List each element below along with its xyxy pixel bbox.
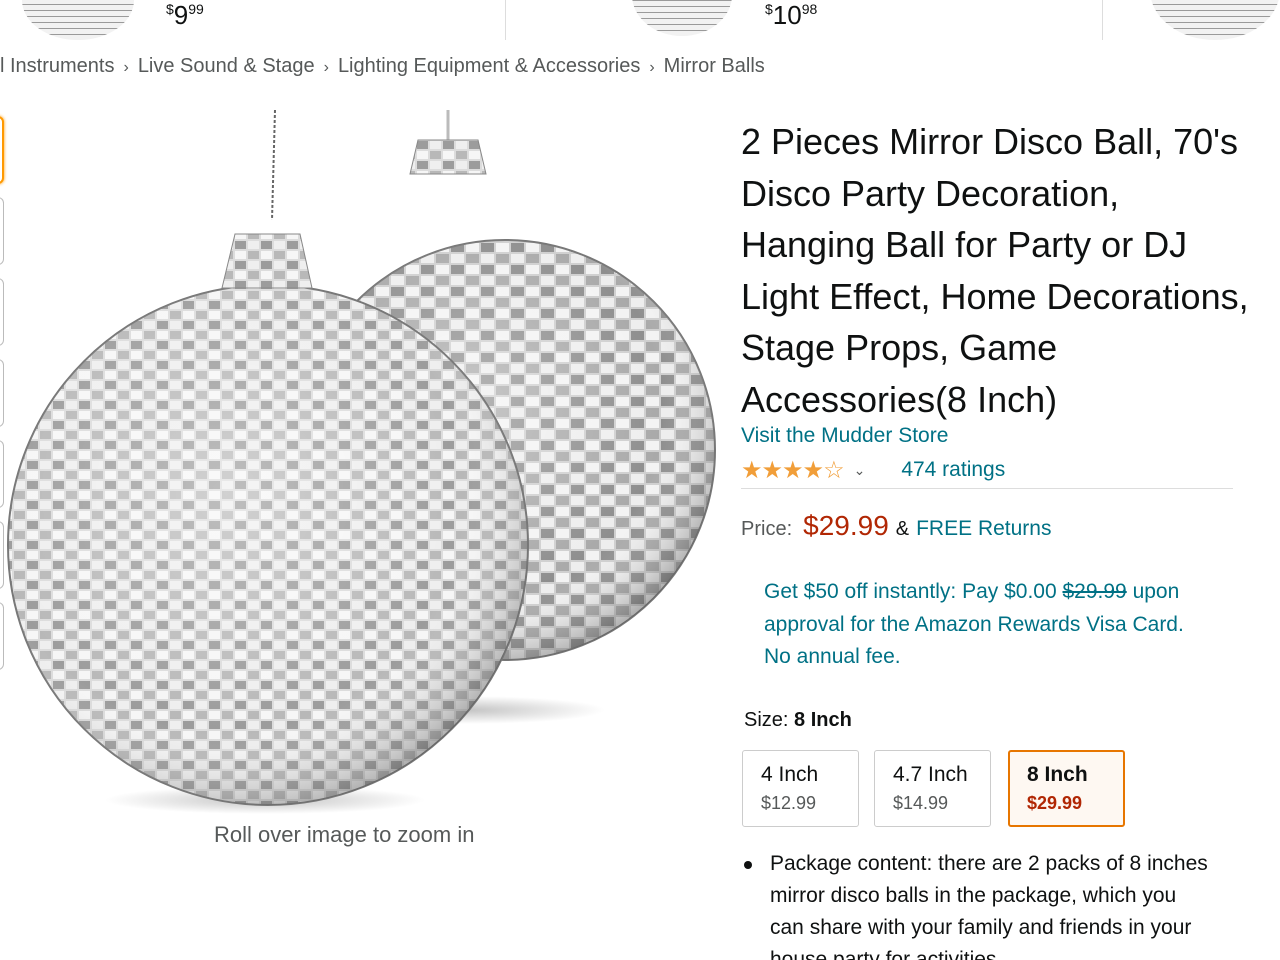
size-label-text: Size: bbox=[744, 709, 789, 731]
related-product-price[interactable]: $999 bbox=[166, 0, 204, 31]
size-option-8-inch[interactable]: 8 Inch $29.99 bbox=[1008, 750, 1125, 827]
price-ampersand: & bbox=[895, 518, 910, 540]
size-label: Size: 8 Inch bbox=[744, 709, 852, 732]
star-rating-icon[interactable]: ★★★★☆ bbox=[741, 456, 845, 485]
feature-bullets: Package content: there are 2 packs of 8 … bbox=[742, 848, 1212, 960]
rating-row: ★★★★☆ ⌄ 474 ratings bbox=[741, 455, 1005, 485]
product-title: 2 Pieces Mirror Disco Ball, 70's Disco P… bbox=[741, 121, 1249, 420]
breadcrumb-item-lighting[interactable]: Lighting Equipment & Accessories bbox=[338, 55, 640, 77]
breadcrumb-item-mirror-balls[interactable]: Mirror Balls bbox=[664, 55, 765, 77]
ratings-count-link[interactable]: 474 ratings bbox=[901, 458, 1005, 482]
divider bbox=[1102, 0, 1103, 40]
disco-balls-illustration bbox=[7, 109, 716, 814]
promo-prefix: Get $50 off instantly: Pay $0.00 bbox=[764, 580, 1057, 603]
price-whole: 9 bbox=[173, 0, 189, 30]
size-option-price: $12.99 bbox=[761, 793, 817, 813]
size-selected-value: 8 Inch bbox=[794, 709, 852, 731]
price-fraction: 99 bbox=[188, 1, 204, 17]
zoom-hint: Roll over image to zoom in bbox=[214, 822, 475, 847]
size-option-price: $14.99 bbox=[893, 793, 949, 813]
price-whole: 10 bbox=[772, 0, 802, 30]
promo-strike-price: $29.99 bbox=[1062, 580, 1127, 603]
currency-symbol: $ bbox=[166, 1, 174, 17]
size-option-name: 8 Inch bbox=[1027, 763, 1088, 786]
store-link[interactable]: Visit the Mudder Store bbox=[741, 424, 948, 448]
free-returns-link[interactable]: FREE Returns bbox=[916, 517, 1051, 541]
divider bbox=[741, 488, 1233, 489]
related-product-image[interactable] bbox=[22, 0, 134, 40]
chevron-down-icon[interactable]: ⌄ bbox=[854, 462, 866, 479]
breadcrumb-separator: › bbox=[123, 59, 129, 76]
price-value: $29.99 bbox=[803, 510, 889, 541]
breadcrumb-item-musical-instruments[interactable]: l Instruments bbox=[0, 55, 114, 77]
size-option-4-inch[interactable]: 4 Inch $12.99 bbox=[742, 750, 859, 827]
breadcrumb: l Instruments › Live Sound & Stage › Lightin… bbox=[0, 55, 765, 78]
price-row: Price: $29.99 & FREE Returns bbox=[741, 510, 1051, 542]
size-option-4-7-inch[interactable]: 4.7 Inch $14.99 bbox=[874, 750, 991, 827]
size-option-name: 4 Inch bbox=[761, 763, 819, 786]
product-main-image[interactable] bbox=[0, 109, 720, 820]
breadcrumb-separator: › bbox=[323, 59, 329, 76]
feature-bullet: Package content: there are 2 packs of 8 … bbox=[742, 848, 1212, 960]
related-product-image[interactable] bbox=[1150, 0, 1280, 40]
related-product-image[interactable] bbox=[632, 0, 732, 36]
breadcrumb-item-live-sound[interactable]: Live Sound & Stage bbox=[138, 55, 315, 77]
price-fraction: 98 bbox=[801, 1, 818, 17]
size-option-name: 4.7 Inch bbox=[893, 763, 968, 786]
related-products-strip: $999 $1098 bbox=[0, 0, 1280, 42]
rewards-card-promo[interactable]: Get $50 off instantly: Pay $0.00 $29.99 … bbox=[764, 576, 1194, 674]
price-label: Price: bbox=[741, 518, 793, 540]
breadcrumb-separator: › bbox=[649, 59, 655, 76]
divider bbox=[505, 0, 506, 40]
size-option-price: $29.99 bbox=[1027, 793, 1083, 813]
currency-symbol: $ bbox=[765, 1, 773, 17]
related-product-price[interactable]: $1098 bbox=[765, 0, 817, 31]
